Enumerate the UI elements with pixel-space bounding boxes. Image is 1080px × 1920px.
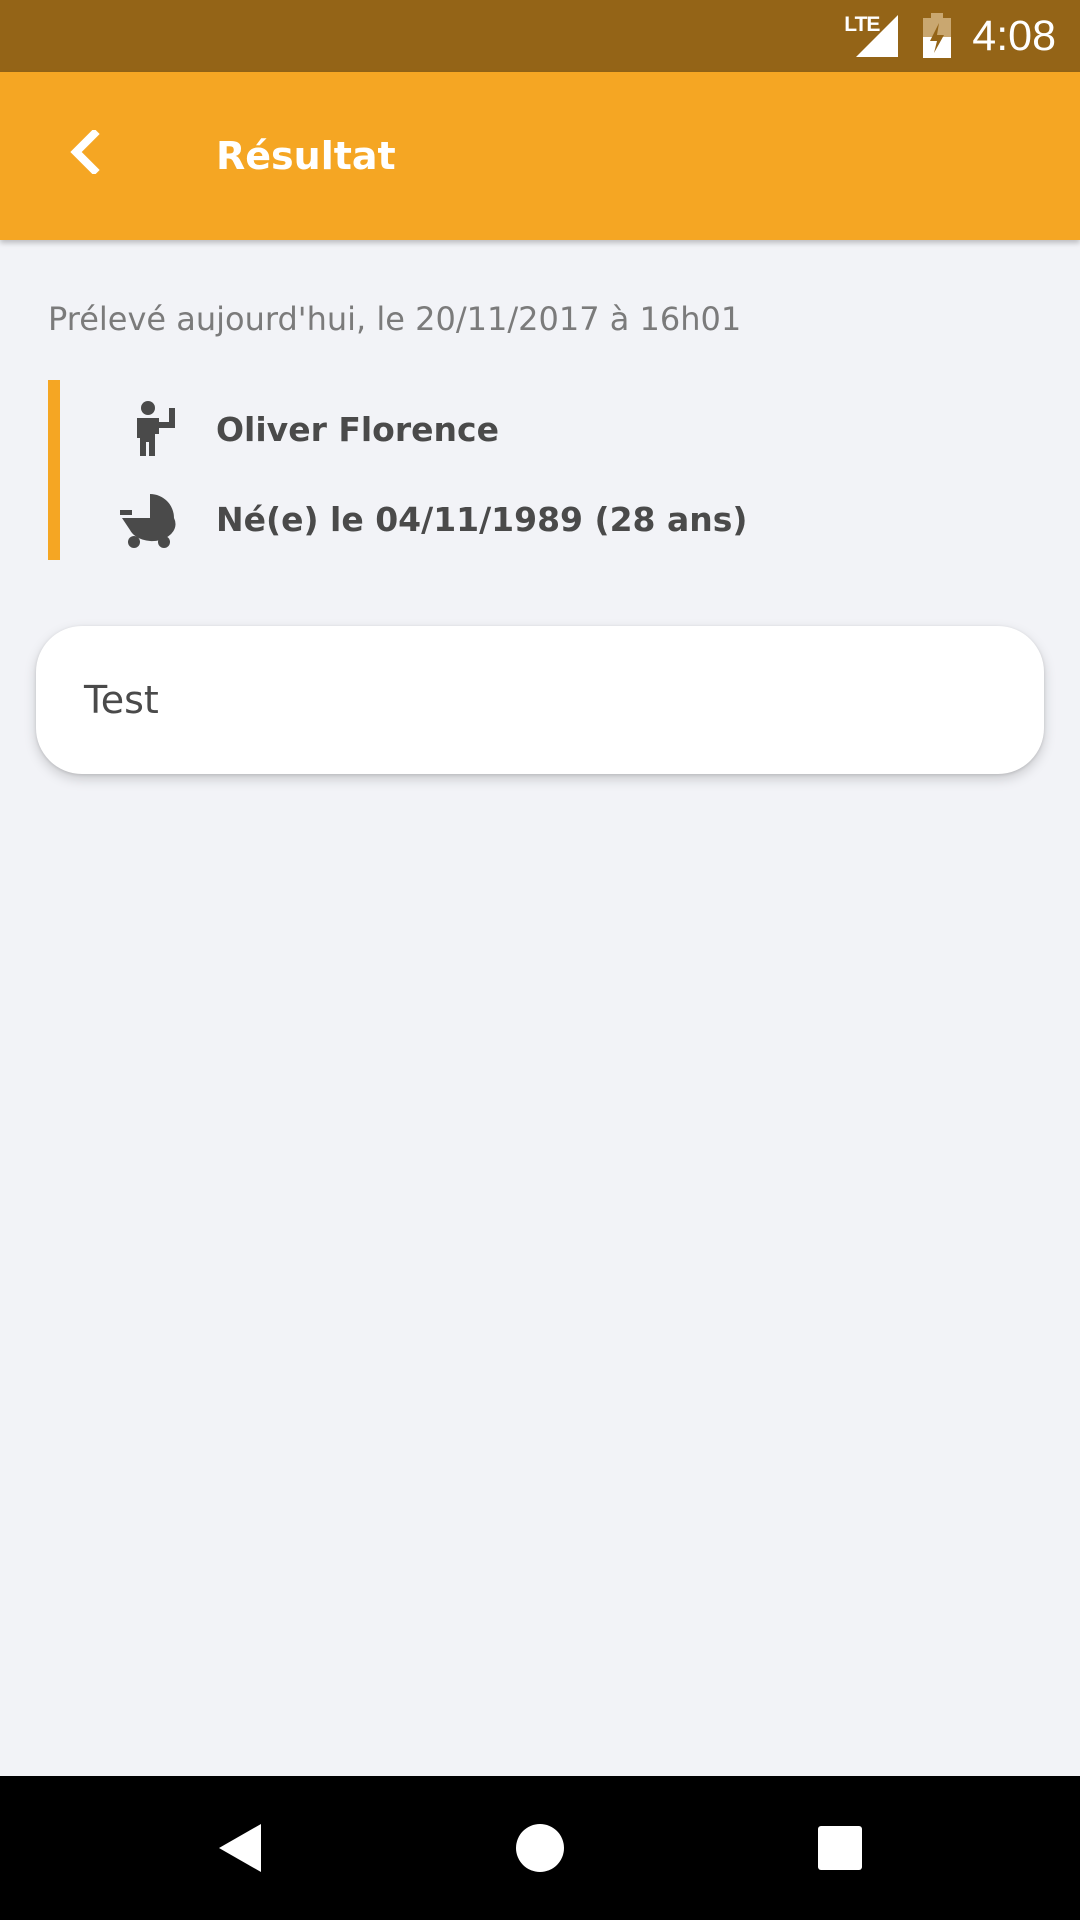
home-circle-icon [516, 1824, 564, 1872]
patient-birth-date: Né(e) le 04/11/1989 (28 ans) [216, 500, 748, 539]
nav-recents-button[interactable] [790, 1798, 890, 1898]
status-bar: LTE 4:08 [0, 0, 1080, 72]
navigation-bar [0, 1776, 1080, 1920]
app-bar: Résultat [0, 72, 1080, 240]
lte-signal-icon: LTE [844, 13, 900, 59]
nav-home-button[interactable] [490, 1798, 590, 1898]
stroller-icon [120, 494, 176, 548]
battery-charging-icon [922, 13, 952, 59]
patient-birth-row: Né(e) le 04/11/1989 (28 ans) [48, 484, 948, 556]
sample-collected-date: Prélevé aujourd'hui, le 20/11/2017 à 16h… [48, 300, 742, 338]
person-icon [137, 401, 175, 456]
chevron-left-icon [70, 130, 100, 174]
test-card[interactable]: Test [36, 626, 1044, 774]
patient-name: Oliver Florence [216, 410, 499, 449]
nav-back-button[interactable] [190, 1798, 290, 1898]
test-label: Test [84, 678, 159, 722]
back-button[interactable] [44, 112, 124, 192]
clock: 4:08 [972, 12, 1056, 60]
status-icons: LTE 4:08 [844, 0, 1056, 72]
patient-info: Oliver Florence Né(e) le 04/11/1989 (28 … [48, 380, 948, 560]
patient-name-row: Oliver Florence [48, 394, 948, 466]
page-title: Résultat [216, 134, 396, 178]
back-triangle-icon [219, 1824, 261, 1872]
recents-square-icon [818, 1826, 862, 1870]
